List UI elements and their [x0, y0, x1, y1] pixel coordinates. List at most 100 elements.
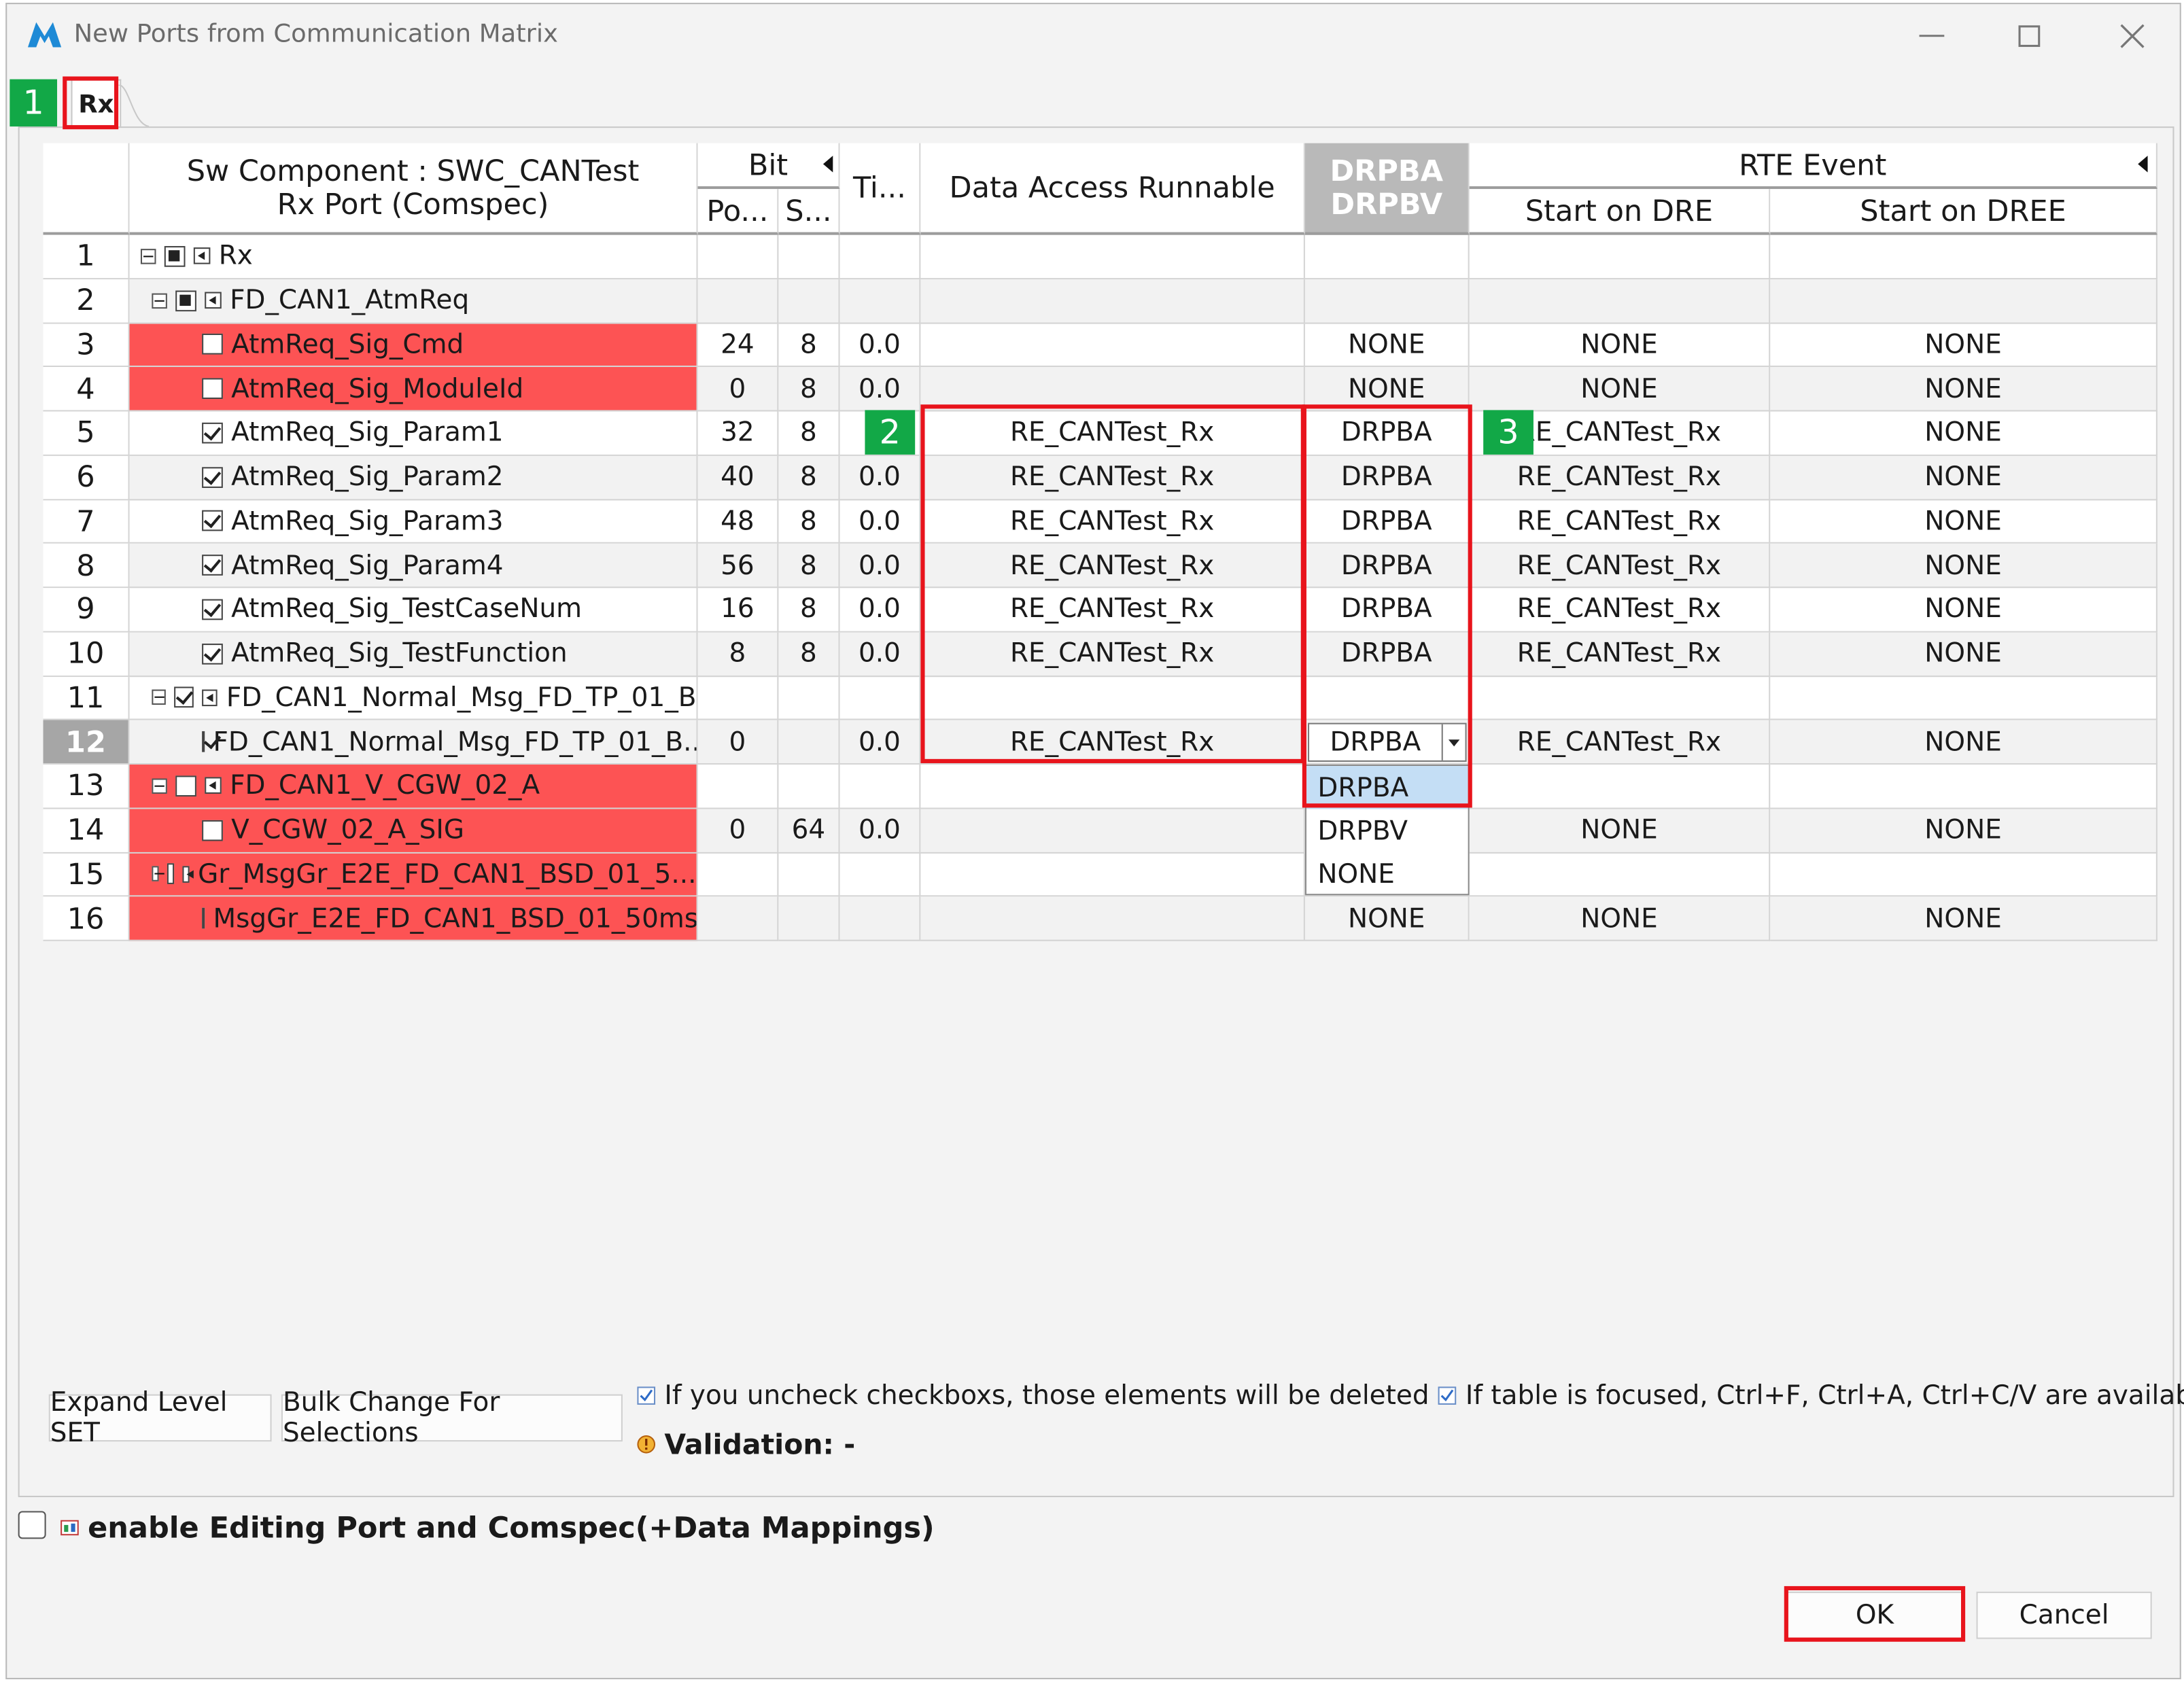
row-13-dre-cell[interactable] — [1469, 765, 1771, 809]
row-7-drp-cell[interactable]: DRPBA — [1304, 500, 1470, 544]
row-15-name-cell[interactable]: Gr_MsgGr_E2E_FD_CAN1_BSD_01_5... — [129, 852, 698, 897]
row-checkbox[interactable] — [202, 731, 205, 752]
row-9-pos-cell[interactable]: 16 — [697, 588, 779, 633]
row-checkbox[interactable] — [202, 466, 223, 488]
row-13-size-cell[interactable] — [778, 765, 840, 809]
row-9-dree-cell[interactable]: NONE — [1770, 588, 2157, 633]
minimize-button[interactable] — [1904, 16, 1960, 57]
header-start-on-dree[interactable]: Start on DREE — [1770, 189, 2157, 235]
row-7-pos-cell[interactable]: 48 — [697, 500, 779, 544]
row-13-name-cell[interactable]: FD_CAN1_V_CGW_02_A — [129, 765, 698, 809]
row-8-ti-cell[interactable]: 0.0 — [839, 544, 921, 589]
row-checkbox[interactable] — [202, 599, 223, 620]
row-checkbox[interactable] — [202, 378, 223, 400]
row-13-dree-cell[interactable] — [1770, 765, 2157, 809]
row-11-dree-cell[interactable] — [1770, 676, 2157, 721]
row-10-size-cell[interactable]: 8 — [778, 632, 840, 677]
row-8-dre-cell[interactable]: RE_CANTest_Rx — [1469, 544, 1771, 589]
row-16-ti-cell[interactable] — [839, 896, 921, 941]
row-5-dree-cell[interactable]: NONE — [1770, 411, 2157, 456]
row-checkbox[interactable] — [202, 555, 223, 576]
row-9-dar-cell[interactable]: RE_CANTest_Rx — [920, 588, 1305, 633]
row-11-size-cell[interactable] — [778, 676, 840, 721]
row-16-pos-cell[interactable] — [697, 896, 779, 941]
row-7-size-cell[interactable]: 8 — [778, 500, 840, 544]
row-12-dar-cell[interactable]: RE_CANTest_Rx — [920, 720, 1305, 765]
row-9-name-cell[interactable]: AtmReq_Sig_TestCaseNum — [129, 588, 698, 633]
row-12-name-cell[interactable]: FD_CAN1_Normal_Msg_FD_TP_01_B... — [129, 720, 698, 765]
row-3-ti-cell[interactable]: 0.0 — [839, 323, 921, 368]
row-2-dar-cell[interactable] — [920, 279, 1305, 323]
row-14-ti-cell[interactable]: 0.0 — [839, 808, 921, 853]
row-2-drp-cell[interactable] — [1304, 279, 1470, 323]
row-checkbox[interactable] — [202, 907, 205, 929]
row-1-drp-cell[interactable] — [1304, 234, 1470, 279]
drp-combobox[interactable]: DRPBA — [1308, 723, 1467, 762]
header-sw-component[interactable]: Sw Component : SWC_CANTest Rx Port (Comsp… — [129, 143, 698, 235]
row-10-pos-cell[interactable]: 8 — [697, 632, 779, 677]
row-checkbox[interactable] — [202, 334, 223, 355]
row-7-dre-cell[interactable]: RE_CANTest_Rx — [1469, 500, 1771, 544]
collapse-arrow-icon[interactable] — [822, 156, 833, 173]
row-checkbox[interactable] — [175, 290, 196, 311]
row-2-dree-cell[interactable] — [1770, 279, 2157, 323]
row-15-dree-cell[interactable] — [1770, 852, 2157, 897]
row-10-drp-cell[interactable]: DRPBA — [1304, 632, 1470, 677]
row-9-dre-cell[interactable]: RE_CANTest_Rx — [1469, 588, 1771, 633]
dropdown-option[interactable]: DRPBV — [1306, 809, 1468, 852]
row-8-name-cell[interactable]: AtmReq_Sig_Param4 — [129, 544, 698, 589]
row-12-dre-cell[interactable]: RE_CANTest_Rx — [1469, 720, 1771, 765]
maximize-button[interactable] — [2001, 16, 2057, 57]
row-14-name-cell[interactable]: V_CGW_02_A_SIG — [129, 808, 698, 853]
row-4-drp-cell[interactable]: NONE — [1304, 367, 1470, 412]
row-8-drp-cell[interactable]: DRPBA — [1304, 544, 1470, 589]
row-12-size-cell[interactable] — [778, 720, 840, 765]
row-14-dree-cell[interactable]: NONE — [1770, 808, 2157, 853]
row-10-dre-cell[interactable]: RE_CANTest_Rx — [1469, 632, 1771, 677]
row-11-drp-cell[interactable] — [1304, 676, 1470, 721]
row-10-name-cell[interactable]: AtmReq_Sig_TestFunction — [129, 632, 698, 677]
row-1-dar-cell[interactable] — [920, 234, 1305, 279]
row-4-dree-cell[interactable]: NONE — [1770, 367, 2157, 412]
row-12-dree-cell[interactable]: NONE — [1770, 720, 2157, 765]
row-9-drp-cell[interactable]: DRPBA — [1304, 588, 1470, 633]
row-6-ti-cell[interactable]: 0.0 — [839, 455, 921, 500]
row-4-dar-cell[interactable] — [920, 367, 1305, 412]
row-5-name-cell[interactable]: AtmReq_Sig_Param1 — [129, 411, 698, 456]
row-7-ti-cell[interactable]: 0.0 — [839, 500, 921, 544]
row-6-drp-cell[interactable]: DRPBA — [1304, 455, 1470, 500]
tab-rx[interactable]: Rx — [71, 79, 122, 128]
row-11-name-cell[interactable]: FD_CAN1_Normal_Msg_FD_TP_01_B — [129, 676, 698, 721]
row-15-dre-cell[interactable] — [1469, 852, 1771, 897]
header-drpba-drpbv[interactable]: DRPBA DRPBV — [1304, 143, 1470, 235]
ok-button[interactable]: OK — [1786, 1592, 1963, 1639]
row-14-dre-cell[interactable]: NONE — [1469, 808, 1771, 853]
header-rte-event[interactable]: RTE Event — [1469, 143, 2157, 190]
header-bit-pos[interactable]: Po... — [697, 189, 779, 235]
row-15-size-cell[interactable] — [778, 852, 840, 897]
row-checkbox[interactable] — [166, 864, 175, 885]
header-start-on-dre[interactable]: Start on DRE — [1469, 189, 1771, 235]
row-16-drp-cell[interactable]: NONE — [1304, 896, 1470, 941]
row-4-ti-cell[interactable]: 0.0 — [839, 367, 921, 412]
row-2-ti-cell[interactable] — [839, 279, 921, 323]
collapse-arrow-icon[interactable] — [2138, 156, 2148, 173]
collapse-node-icon[interactable] — [140, 248, 156, 264]
row-5-dar-cell[interactable]: RE_CANTest_Rx — [920, 411, 1305, 456]
row-checkbox[interactable] — [202, 510, 223, 532]
collapse-node-icon[interactable] — [152, 866, 164, 882]
row-16-dre-cell[interactable]: NONE — [1469, 896, 1771, 941]
row-11-ti-cell[interactable] — [839, 676, 921, 721]
row-13-dar-cell[interactable] — [920, 765, 1305, 809]
row-7-name-cell[interactable]: AtmReq_Sig_Param3 — [129, 500, 698, 544]
row-8-pos-cell[interactable]: 56 — [697, 544, 779, 589]
row-4-dre-cell[interactable]: NONE — [1469, 367, 1771, 412]
row-checkbox[interactable] — [202, 422, 223, 444]
row-2-name-cell[interactable]: FD_CAN1_AtmReq — [129, 279, 698, 323]
row-15-dar-cell[interactable] — [920, 852, 1305, 897]
row-13-pos-cell[interactable] — [697, 765, 779, 809]
row-checkbox[interactable] — [174, 687, 194, 708]
row-3-pos-cell[interactable]: 24 — [697, 323, 779, 368]
dropdown-arrow-icon[interactable] — [1441, 724, 1466, 760]
row-10-dree-cell[interactable]: NONE — [1770, 632, 2157, 677]
